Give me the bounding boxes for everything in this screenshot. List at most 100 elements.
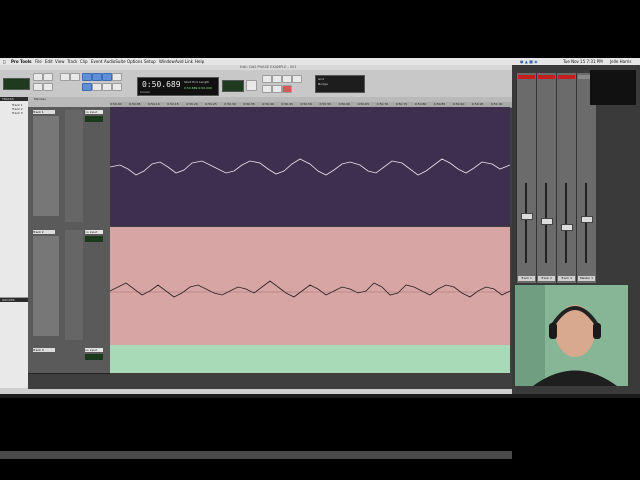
menu-event[interactable]: Event: [91, 59, 102, 64]
mixer-strip-3[interactable]: Track 3: [556, 73, 576, 283]
volume-fader[interactable]: [521, 212, 533, 220]
ruler-toggle-button[interactable]: [246, 80, 257, 91]
volume-fader[interactable]: [541, 218, 553, 226]
zoom-out-button[interactable]: [33, 73, 43, 81]
main-counter-display[interactable]: 0:50.689 Start End Length 0:50.689 0:00.…: [137, 77, 219, 96]
menubar-user[interactable]: Jelle Harris: [610, 59, 631, 64]
strip-name[interactable]: Track 2: [538, 276, 555, 281]
strip-color-tag: [558, 75, 575, 79]
stop-button[interactable]: [262, 85, 272, 93]
menu-file[interactable]: File: [35, 59, 42, 64]
track-meter: [85, 236, 103, 242]
trim-tool-button[interactable]: [60, 73, 70, 81]
grid-display[interactable]: [222, 80, 244, 92]
pencil-tool-button[interactable]: [112, 73, 122, 81]
track-header-2[interactable]: Track 2 no input: [28, 227, 110, 346]
menu-help[interactable]: Help: [195, 59, 204, 64]
menu-audiosuite[interactable]: AudioSuite: [104, 59, 126, 64]
mixer-strip-2[interactable]: Track 2: [536, 73, 556, 283]
grabber-tool-button[interactable]: [82, 73, 92, 81]
menu-setup[interactable]: Setup: [144, 59, 156, 64]
fader-track: [585, 183, 587, 263]
edit-area: Minutes 0:50.00 0:50.05 0:50.10 0:50.15 0:50…: [28, 97, 512, 389]
menu-window[interactable]: Window: [159, 59, 175, 64]
strip-name[interactable]: Track 3: [558, 276, 575, 281]
grid-mode-button[interactable]: [112, 83, 122, 91]
status-icons[interactable]: ● ▲ ■ ◉: [520, 59, 538, 64]
counter-labels: Start End Length: [184, 80, 210, 84]
zoom-preset-2-button[interactable]: [43, 83, 53, 91]
ruler-tick: 0:50.85: [433, 102, 446, 106]
track-input[interactable]: no input: [85, 230, 103, 234]
waveform-track-2: [110, 280, 510, 298]
play-button[interactable]: [272, 85, 282, 93]
menu-edit[interactable]: Edit: [45, 59, 53, 64]
ruler-tick: 0:50.50: [300, 102, 312, 106]
track-name[interactable]: Track 3: [33, 348, 55, 352]
selector-tool-button[interactable]: [70, 73, 80, 81]
zoom-in-button[interactable]: [43, 73, 53, 81]
track-io-column: [65, 230, 83, 340]
grid-label: Grid: [318, 77, 325, 81]
volume-fader[interactable]: [561, 223, 573, 231]
menubar-clock: Tue Nov 15 7:31 PM: [563, 59, 603, 64]
scrubber-tool-button[interactable]: [102, 73, 112, 81]
ruler-tick: 0:50.25: [205, 102, 217, 106]
grid-nudge-display[interactable]: Grid Nudge: [315, 75, 365, 93]
mixer-strip-1[interactable]: Track 1: [516, 73, 536, 283]
menu-view[interactable]: View: [55, 59, 65, 64]
waveform-track-1: [110, 158, 510, 176]
ruler-tick: 0:50.60: [338, 102, 351, 106]
menu-clip[interactable]: Clip: [80, 59, 88, 64]
track-name[interactable]: Track 1: [33, 110, 55, 114]
spot-mode-button[interactable]: [102, 83, 112, 91]
menu-track[interactable]: Track: [67, 59, 77, 64]
track-controls: [33, 116, 59, 216]
volume-fader[interactable]: [581, 215, 593, 223]
track-name[interactable]: Track 2: [33, 230, 55, 234]
go-to-start-button[interactable]: [262, 75, 272, 83]
strip-color-tag: [538, 75, 555, 79]
strip-name[interactable]: Master 1: [578, 276, 595, 281]
menu-avid-link[interactable]: Avid Link: [175, 59, 193, 64]
menu-options[interactable]: Options: [127, 59, 142, 64]
ruler-tick: 0:50.55: [319, 102, 332, 106]
ruler-tick: 0:50.20: [186, 102, 198, 106]
tracks-panel-title: TRACKS: [0, 97, 28, 101]
ruler-tick: 0:50.05: [129, 102, 141, 106]
shuffle-mode-button[interactable]: [82, 83, 92, 91]
track-header-1[interactable]: Track 1 no input: [28, 107, 110, 228]
track-list-item[interactable]: Track 3: [12, 111, 23, 115]
ruler-tick: 0:50.45: [281, 102, 293, 106]
track-header-3[interactable]: Track 3 no input: [28, 345, 110, 374]
mode-display[interactable]: [3, 78, 30, 90]
track-meter: [85, 116, 103, 122]
ruler-tick: 0:50.75: [395, 102, 408, 106]
track-input[interactable]: no input: [85, 110, 103, 114]
fast-forward-button[interactable]: [282, 75, 292, 83]
track-meter: [85, 354, 103, 360]
webcam-overlay: [515, 285, 628, 386]
menu-app[interactable]: Pro Tools: [11, 59, 32, 64]
ruler-tick: 0:51.00: [490, 102, 503, 106]
video-preview-thumbnail: [590, 70, 636, 105]
ruler-tick: 0:50.15: [167, 102, 179, 106]
ruler-tick: 0:50.10: [148, 102, 160, 106]
rewind-button[interactable]: [272, 75, 282, 83]
groups-panel: GROUPS: [0, 297, 29, 388]
slip-mode-button[interactable]: [92, 83, 102, 91]
go-to-end-button[interactable]: [292, 75, 302, 83]
smart-tool-button[interactable]: [92, 73, 102, 81]
apple-icon[interactable]: : [3, 59, 5, 64]
track-input[interactable]: no input: [85, 348, 103, 352]
strip-name[interactable]: Track 1: [518, 276, 535, 281]
zoom-preset-1-button[interactable]: [33, 83, 43, 91]
ruler-tick: 0:50.80: [414, 102, 427, 106]
ruler-tick: 0:50.70: [376, 102, 389, 106]
record-button[interactable]: [282, 85, 292, 93]
horizontal-scrollbar[interactable]: [0, 451, 512, 459]
edit-toolbar: 0:50.689 Start End Length 0:50.689 0:00.…: [0, 70, 512, 99]
groups-panel-title: GROUPS: [0, 298, 28, 302]
fader-track: [525, 183, 527, 263]
track-controls: [33, 236, 59, 336]
